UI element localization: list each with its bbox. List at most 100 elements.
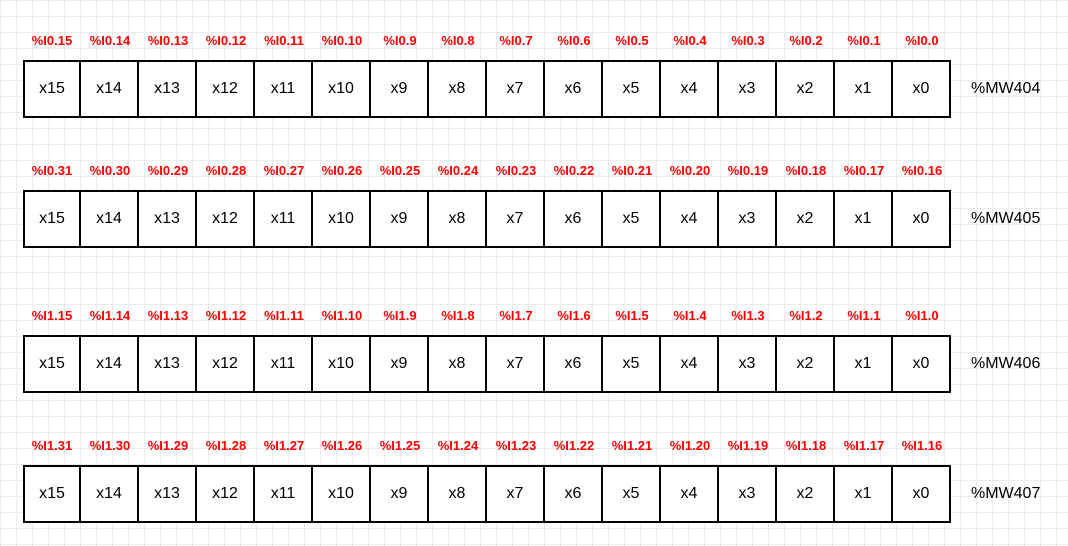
bit-address-label: %I0.4 [673,33,707,48]
bit-address-label: %I1.28 [205,438,247,453]
bit-cell: x12 [197,335,255,393]
bit-address-label: %I1.23 [495,438,537,453]
bit-cell-text: x1 [854,80,872,97]
bit-cell: x9 [371,190,429,248]
bit-cell: x5 [603,465,661,523]
bit-address-label: %I1.21 [611,438,653,453]
bit-cell-text: x3 [738,210,756,227]
bit-cell: x4 [661,335,719,393]
bit-cell-text: x10 [328,80,354,97]
bit-cell-text: x9 [390,80,408,97]
bit-cell-text: x1 [854,485,872,502]
bit-address-label: %I0.15 [31,33,73,48]
bit-cell: x15 [23,60,81,118]
bit-cell: x14 [81,60,139,118]
bit-cell: x13 [139,190,197,248]
bit-address-label: %I0.21 [611,163,653,178]
bit-cell-text: x4 [680,210,698,227]
bit-cell: x1 [835,335,893,393]
bit-cell: x10 [313,465,371,523]
bit-address-label: %I0.8 [441,33,475,48]
bit-cell-text: x3 [738,355,756,372]
bit-cell-text: x2 [796,485,814,502]
bit-cell: x8 [429,60,487,118]
bit-cell-text: x6 [564,80,582,97]
bit-address-label: %I0.14 [89,33,131,48]
bit-cell: x10 [313,60,371,118]
bit-cell-text: x13 [154,355,180,372]
memory-word-label: %MW406 [971,355,1041,372]
bit-cell: x14 [81,465,139,523]
bit-cell: x6 [545,60,603,118]
bit-cell: x0 [893,335,951,393]
bit-address-label: %I1.6 [557,308,591,323]
bit-cell-text: x9 [390,210,408,227]
bit-cell: x2 [777,60,835,118]
bit-address-label: %I0.0 [905,33,939,48]
bit-cell: x9 [371,465,429,523]
bit-cell: x12 [197,60,255,118]
bit-cell: x13 [139,465,197,523]
bit-address-label: %I1.2 [789,308,823,323]
bit-cell-text: x10 [328,355,354,372]
bit-cell: x6 [545,190,603,248]
bit-cell-text: x14 [96,80,122,97]
bit-cell-text: x6 [564,355,582,372]
bit-cell-text: x9 [390,355,408,372]
bit-cell: x3 [719,60,777,118]
bit-address-label: %I0.22 [553,163,595,178]
bit-cell-text: x11 [270,80,296,97]
bit-address-label: %I1.18 [785,438,827,453]
bit-address-label: %I0.9 [383,33,417,48]
bit-address-label: %I0.23 [495,163,537,178]
bit-cell: x7 [487,465,545,523]
bit-address-label: %I1.24 [437,438,479,453]
bit-cell-text: x7 [506,355,524,372]
bit-cell-text: x6 [564,210,582,227]
bit-address-label: %I1.15 [31,308,73,323]
bit-cell: x15 [23,335,81,393]
memory-word-label: %MW404 [971,80,1041,97]
bit-cell-text: x6 [564,485,582,502]
bit-address-label: %I1.3 [731,308,765,323]
bit-address-label: %I0.2 [789,33,823,48]
bit-cell-text: x0 [912,80,930,97]
bit-cell-text: x14 [96,485,122,502]
bit-cell: x12 [197,190,255,248]
bit-cell-text: x2 [796,210,814,227]
bit-address-label: %I1.11 [264,308,304,323]
bit-address-label: %I0.5 [615,33,649,48]
bit-cell-text: x3 [738,485,756,502]
bit-cell-text: x13 [154,485,180,502]
bit-cell: x9 [371,60,429,118]
bit-address-label: %I0.1 [847,33,881,48]
bit-cell-text: x11 [270,210,296,227]
bit-cell-text: x14 [96,355,122,372]
bit-cell: x13 [139,60,197,118]
bit-cell: x1 [835,465,893,523]
bit-cell-text: x7 [506,485,524,502]
bit-address-label: %I0.24 [437,163,479,178]
bit-address-label: %I1.4 [673,308,707,323]
bit-cell: x7 [487,335,545,393]
bit-address-label: %I0.7 [499,33,533,48]
bit-cell-text: x15 [39,355,65,372]
bit-address-label: %I1.9 [383,308,417,323]
bit-address-label: %I1.8 [441,308,475,323]
bit-cell: x8 [429,465,487,523]
bit-address-label: %I1.29 [147,438,189,453]
bit-cell: x4 [661,190,719,248]
bit-cell-text: x5 [622,485,640,502]
bit-cell-text: x8 [448,485,466,502]
bit-address-label: %I0.18 [785,163,827,178]
bit-address-label: %I1.16 [901,438,943,453]
bit-address-label: %I0.31 [31,163,73,178]
bit-address-label: %I1.1 [847,308,881,323]
bit-cell: x2 [777,465,835,523]
bit-cell: x0 [893,60,951,118]
bit-cell-text: x8 [448,80,466,97]
bit-address-label: %I1.10 [321,308,363,323]
bit-cell: x15 [23,190,81,248]
bit-address-label: %I1.12 [205,308,247,323]
bit-address-label: %I0.17 [843,163,885,178]
